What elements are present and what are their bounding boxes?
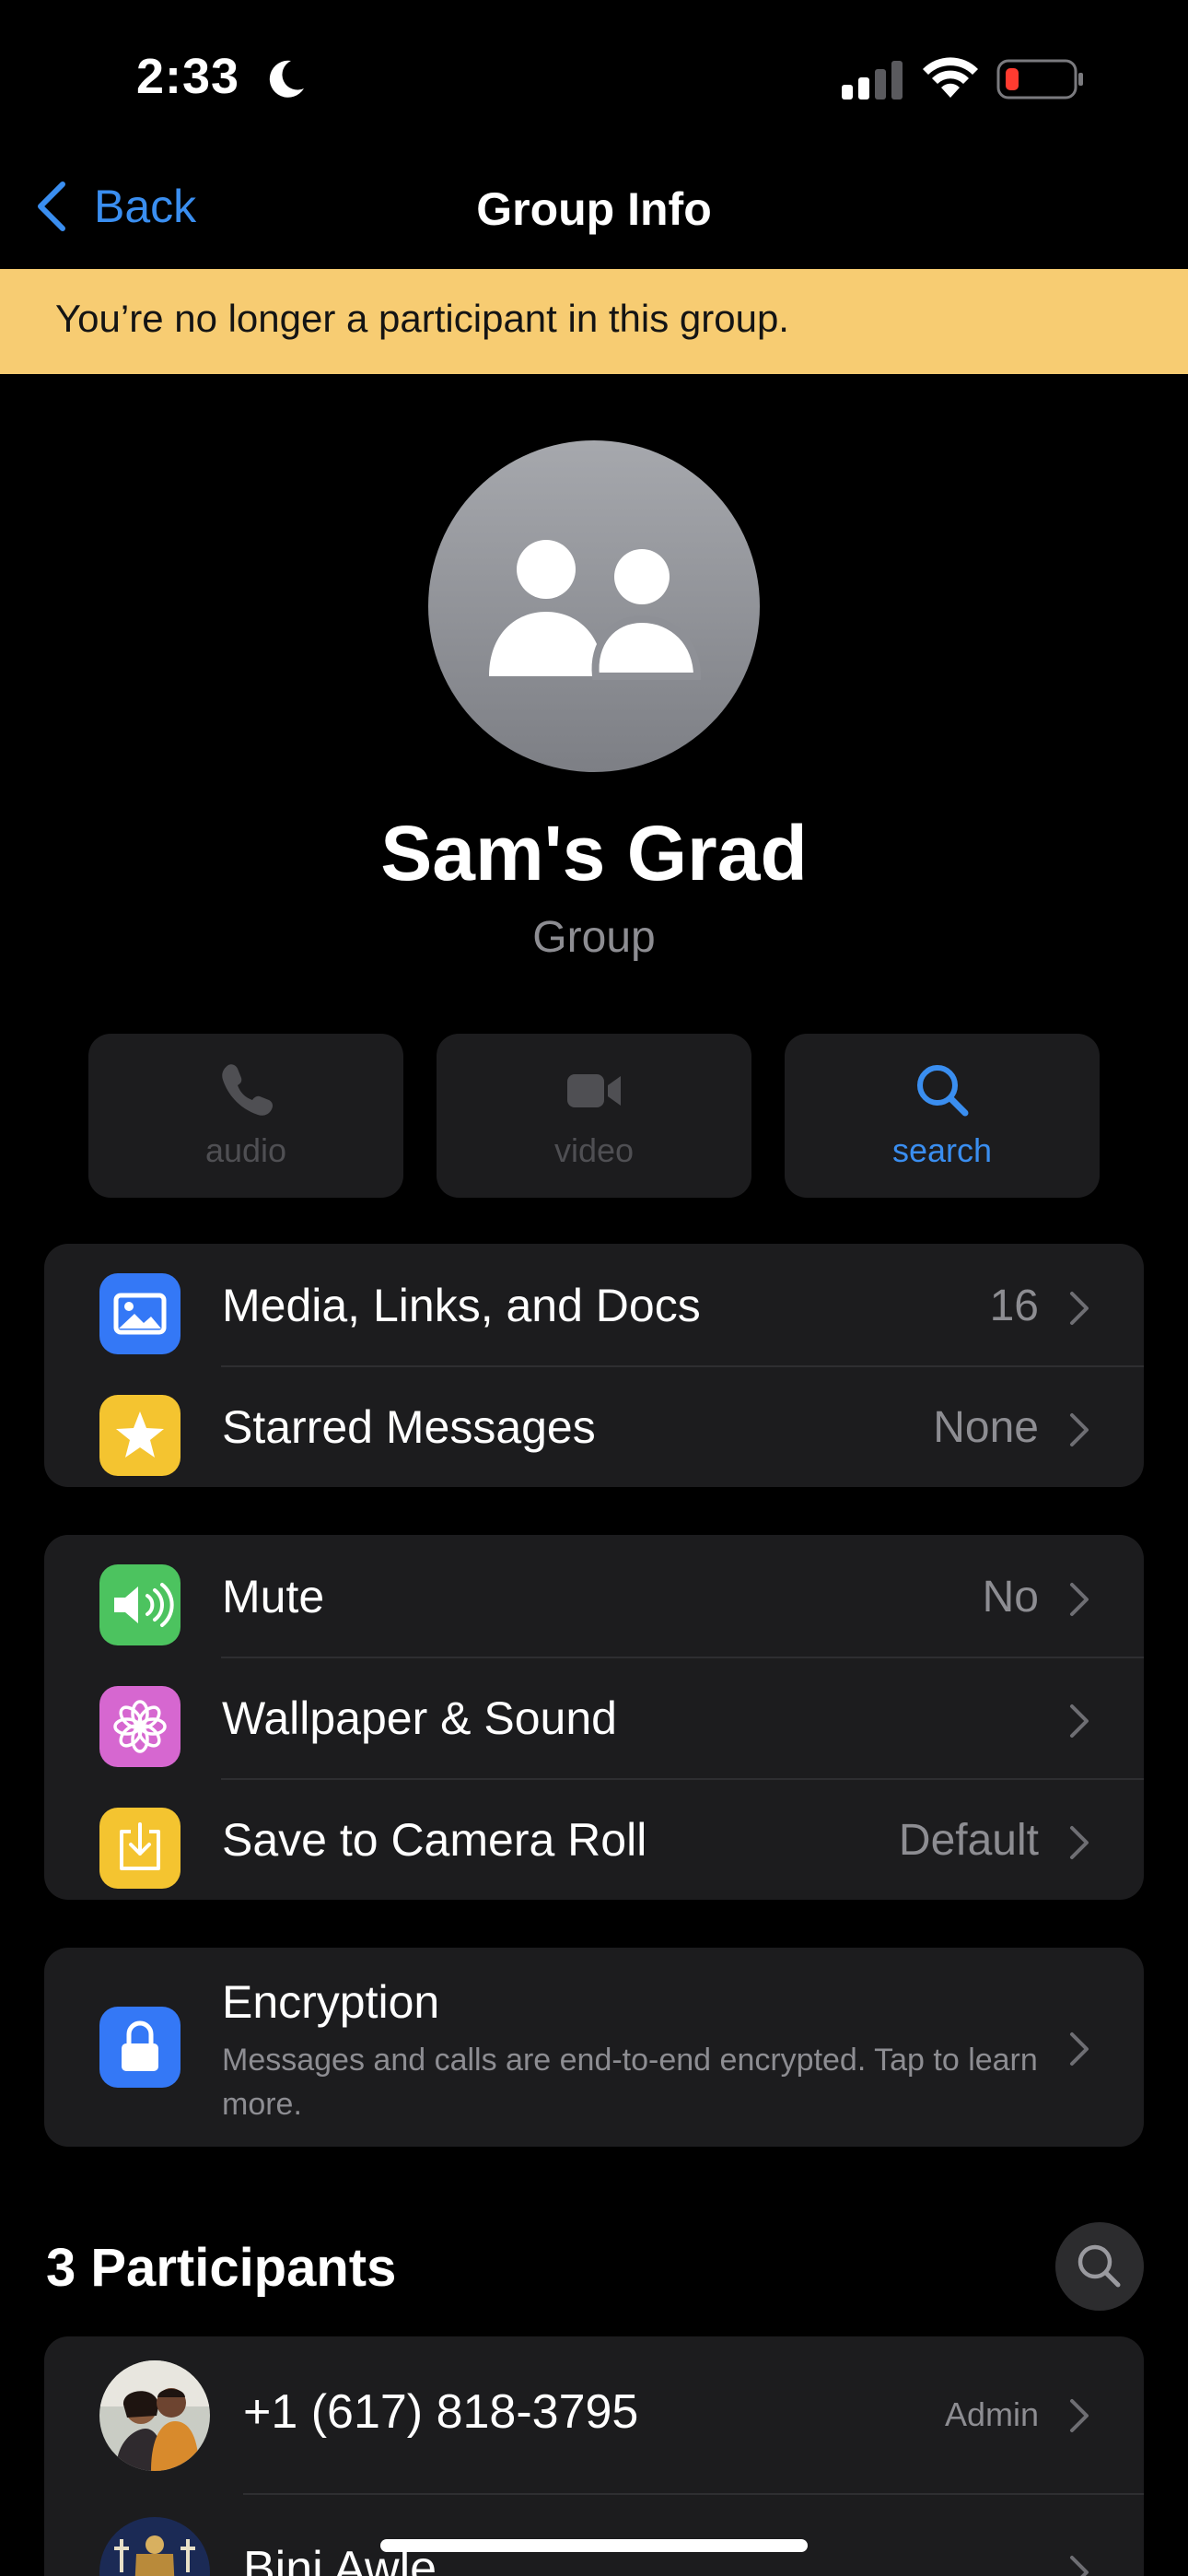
video-label: video bbox=[553, 1131, 635, 1169]
page-title: Group Info bbox=[476, 183, 712, 235]
row-value: No bbox=[982, 1573, 1039, 1622]
participant-row[interactable]: Bini Awle bbox=[44, 2493, 1144, 2576]
encryption-title: Encryption bbox=[222, 1976, 440, 2028]
chevron-right-icon bbox=[1070, 2032, 1089, 2066]
search-label: search bbox=[891, 1131, 993, 1169]
video-camera-icon bbox=[567, 1074, 621, 1107]
encryption-row[interactable]: Encryption Messages and calls are end-to… bbox=[44, 1948, 1144, 2147]
chevron-right-icon bbox=[1070, 2556, 1089, 2576]
search-button[interactable]: search bbox=[785, 1034, 1100, 1198]
chevron-right-icon bbox=[1070, 1413, 1089, 1446]
row-label: Save to Camera Roll bbox=[222, 1814, 647, 1866]
status-time: 2:33 bbox=[136, 49, 240, 104]
group-avatar[interactable] bbox=[428, 440, 760, 772]
participant-avatar bbox=[99, 2360, 210, 2471]
video-call-button[interactable]: video bbox=[437, 1034, 751, 1198]
group-subtitle: Group bbox=[532, 913, 656, 962]
row-label: Starred Messages bbox=[222, 1401, 596, 1453]
row-label: Media, Links, and Docs bbox=[222, 1280, 701, 1331]
chevron-right-icon bbox=[1070, 2399, 1089, 2432]
chevron-right-icon bbox=[1070, 1826, 1089, 1859]
chevron-right-icon bbox=[1070, 1704, 1089, 1738]
star-icon bbox=[99, 1395, 181, 1476]
navigation-bar: Back Group Info bbox=[0, 157, 1188, 269]
download-icon bbox=[99, 1808, 181, 1889]
home-indicator[interactable] bbox=[380, 2539, 808, 2552]
media-section: Media, Links, and Docs 16 Starred Messag… bbox=[44, 1244, 1144, 1487]
not-participant-banner: You’re no longer a participant in this g… bbox=[0, 269, 1188, 374]
participants-search-button[interactable] bbox=[1055, 2222, 1144, 2311]
status-bar: 2:33 bbox=[0, 0, 1188, 157]
group-people-icon bbox=[489, 540, 702, 680]
magnifier-icon bbox=[917, 1065, 969, 1117]
battery-icon bbox=[996, 59, 1083, 100]
participant-name: +1 (617) 818-3795 bbox=[243, 2385, 639, 2439]
participant-avatar bbox=[99, 2517, 210, 2576]
row-label: Wallpaper & Sound bbox=[222, 1692, 617, 1744]
moon-icon bbox=[269, 60, 304, 98]
save-to-camera-roll-row[interactable]: Save to Camera Roll Default bbox=[44, 1778, 1144, 1900]
flower-icon bbox=[99, 1686, 181, 1767]
audio-call-button[interactable]: audio bbox=[88, 1034, 403, 1198]
participants-header: 3 Participants bbox=[46, 2238, 397, 2298]
audio-label: audio bbox=[204, 1131, 287, 1169]
row-value: Default bbox=[898, 1816, 1039, 1865]
encryption-description: Messages and calls are end-to-end encryp… bbox=[222, 2043, 1038, 2122]
starred-messages-row[interactable]: Starred Messages None bbox=[44, 1365, 1144, 1487]
speaker-icon bbox=[99, 1564, 181, 1645]
mute-row[interactable]: Mute No bbox=[44, 1535, 1144, 1657]
settings-section: Mute No Wallpaper & Sound Save to Camera… bbox=[44, 1535, 1144, 1900]
photo-icon bbox=[99, 1273, 181, 1354]
row-value: None bbox=[933, 1403, 1039, 1452]
chevron-right-icon bbox=[1070, 1583, 1089, 1616]
participant-role: Admin bbox=[944, 2395, 1039, 2433]
group-name: Sam's Grad bbox=[380, 810, 808, 896]
phone-icon bbox=[222, 1064, 273, 1116]
lock-icon bbox=[99, 2007, 181, 2088]
encryption-section: Encryption Messages and calls are end-to… bbox=[44, 1948, 1144, 2147]
magnifier-icon bbox=[1077, 2244, 1121, 2288]
participant-row[interactable]: +1 (617) 818-3795 Admin bbox=[44, 2336, 1144, 2493]
wallpaper-sound-row[interactable]: Wallpaper & Sound bbox=[44, 1657, 1144, 1778]
row-label: Mute bbox=[222, 1571, 325, 1622]
media-links-docs-row[interactable]: Media, Links, and Docs 16 bbox=[44, 1244, 1144, 1365]
wifi-icon bbox=[923, 57, 978, 98]
cellular-signal-icon bbox=[842, 61, 903, 100]
row-value: 16 bbox=[989, 1282, 1039, 1330]
chevron-right-icon bbox=[1070, 1292, 1089, 1325]
